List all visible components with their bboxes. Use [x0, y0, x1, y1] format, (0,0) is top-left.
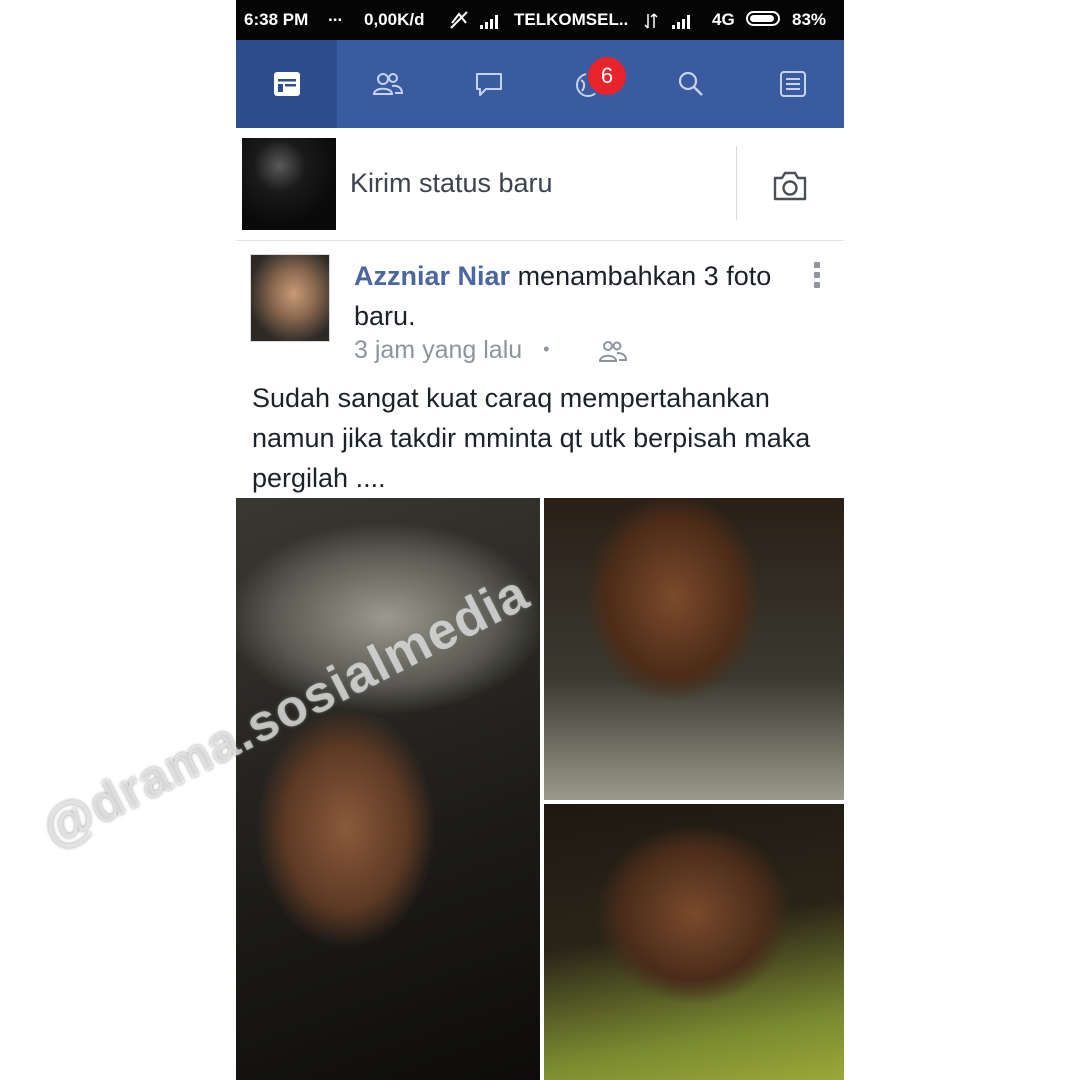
post-author-name[interactable]: Azzniar Niar	[354, 261, 510, 291]
meta-separator: •	[543, 339, 550, 359]
status-dots: ...	[328, 6, 343, 25]
status-input[interactable]: Kirim status baru	[350, 168, 553, 199]
post-body-text: Sudah sangat kuat caraq mempertahankan n…	[252, 383, 811, 493]
post-title: Azzniar Niar menambahkan 3 foto baru.	[354, 256, 794, 336]
post-author-avatar[interactable]	[250, 254, 330, 342]
post-timestamp[interactable]: 3 jam yang lalu	[354, 336, 522, 364]
friends-icon	[598, 341, 628, 362]
chat-icon	[475, 73, 502, 96]
post-header: Azzniar Niar menambahkan 3 foto baru. 3 …	[236, 242, 844, 378]
tab-messages[interactable]	[438, 40, 539, 128]
list-icon	[779, 71, 806, 97]
tab-search[interactable]	[640, 40, 741, 128]
top-nav-bar: 6	[236, 40, 844, 128]
status-composer: Kirim status baru	[236, 128, 844, 241]
divider	[736, 146, 737, 220]
battery-icon	[746, 11, 780, 26]
battery-percent: 83%	[792, 10, 827, 29]
status-bar: 6:38 PM ... 0,00K/d TELKOMSEL.. 4G 83%	[236, 0, 844, 40]
post-options-icon[interactable]	[814, 262, 822, 292]
search-icon	[678, 71, 703, 96]
post-meta: 3 jam yang lalu •	[354, 336, 549, 365]
signal-icon	[480, 13, 502, 29]
camera-icon[interactable]	[770, 168, 810, 204]
post-photo-3[interactable]	[544, 804, 844, 1080]
status-time: 6:38 PM	[244, 10, 309, 29]
friends-icon	[372, 73, 403, 95]
data-arrows-icon	[644, 13, 658, 29]
post-photo-2[interactable]	[544, 498, 844, 800]
phone-screen: 6:38 PM ... 0,00K/d TELKOMSEL.. 4G 83% 6…	[236, 0, 844, 1080]
tab-menu[interactable]	[741, 40, 844, 128]
tab-friends[interactable]	[337, 40, 438, 128]
tab-news-feed[interactable]	[236, 40, 337, 128]
signal-icon-2	[672, 13, 694, 29]
network-type: 4G	[712, 10, 735, 29]
notification-badge: 6	[586, 55, 628, 97]
status-speed: 0,00K/d	[364, 10, 425, 29]
sync-icon	[450, 11, 468, 29]
news-feed-icon	[273, 72, 300, 96]
avatar[interactable]	[242, 138, 336, 230]
carrier-name: TELKOMSEL..	[514, 10, 629, 29]
